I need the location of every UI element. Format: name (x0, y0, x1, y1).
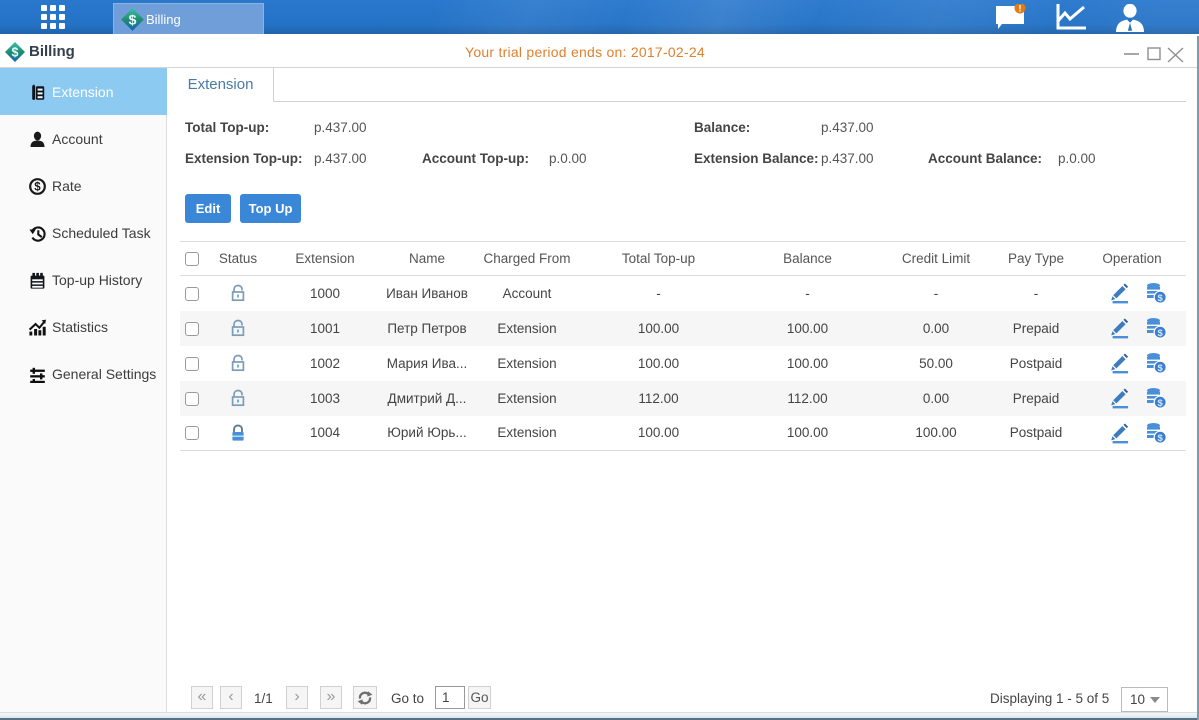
svg-text:$: $ (1157, 328, 1163, 339)
svg-text:!: ! (1019, 4, 1022, 14)
svg-text:$: $ (1157, 363, 1163, 374)
svg-text:$: $ (1157, 293, 1163, 304)
svg-text:$: $ (1157, 398, 1163, 409)
svg-text:$: $ (1157, 433, 1163, 444)
svg-text:$: $ (129, 12, 137, 28)
svg-text:$: $ (34, 181, 41, 193)
